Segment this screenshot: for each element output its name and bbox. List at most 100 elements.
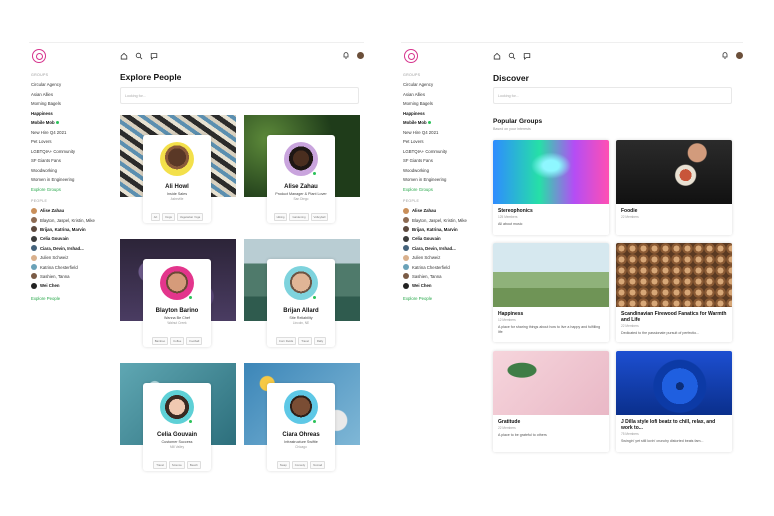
sidebar-person[interactable]: Brijan, Katrina, Marvin xyxy=(401,225,485,234)
explore-people-link[interactable]: Explore People xyxy=(29,294,113,303)
sidebar-item-happiness[interactable]: Happiness xyxy=(29,109,113,119)
sidebar-person[interactable]: Blayton, Jaspel, Kristin, Mike xyxy=(401,215,485,224)
interest-tag[interactable]: Travel xyxy=(153,461,167,469)
interest-tag[interactable]: Science xyxy=(168,461,185,469)
search-input[interactable]: Looking for... xyxy=(120,87,359,104)
sidebar-person[interactable]: Ciara, Devin, Irshad... xyxy=(29,244,113,253)
sidebar-item-women-engineering[interactable]: Women in Engineering xyxy=(29,175,113,185)
sidebar-person[interactable]: Sashien, Tanna xyxy=(401,272,485,281)
app-logo[interactable] xyxy=(32,49,46,63)
person-card[interactable]: Blayton Barino Wanna Be Chef Walnut Cree… xyxy=(120,239,236,349)
person-location: Walnut Creek xyxy=(167,321,187,325)
sidebar-item-asian-allies[interactable]: Asian Allies xyxy=(29,90,113,100)
person-card[interactable]: Brijan Allard Site Reliability Lincoln, … xyxy=(244,239,360,349)
sidebar-item-new-hire[interactable]: New Hire Q4 2021 xyxy=(401,128,485,138)
sidebar-item-circular-agency[interactable]: Circular Agency xyxy=(29,80,113,90)
sidebar-item-morning-bagels[interactable]: Morning Bagels xyxy=(401,99,485,109)
sidebar-person[interactable]: Alise Zahau xyxy=(401,206,485,215)
sidebar-item-morning-bagels[interactable]: Morning Bagels xyxy=(29,99,113,109)
interest-tag[interactable]: Nomad xyxy=(310,461,326,469)
sidebar-item-lgbtqia[interactable]: LGBTQIA+ Community xyxy=(401,147,485,157)
person-name: Celia Gouvain xyxy=(156,432,197,438)
interest-tag[interactable]: Beach xyxy=(186,461,201,469)
sidebar-item-pet-lovers[interactable]: Pet Lovers xyxy=(401,137,485,147)
sidebar-person[interactable]: Ciara, Devin, Irshad... xyxy=(401,244,485,253)
group-card[interactable]: Stereophonics 125 Members All about musi… xyxy=(493,140,609,235)
sidebar-person[interactable]: Wei Chen xyxy=(401,281,485,290)
interest-tag[interactable]: Bamboo xyxy=(151,337,169,345)
person-card[interactable]: Ali Howl Inside Sales Asheville Art Dogs V… xyxy=(120,115,236,225)
group-card[interactable]: Happiness 12 Members A place for sharing… xyxy=(493,243,609,342)
sidebar-item-label: Mobile Mob xyxy=(403,120,427,125)
home-icon[interactable] xyxy=(493,52,501,60)
group-card[interactable]: Foodie 22 Members xyxy=(616,140,732,235)
person-card[interactable]: Alise Zahau Product Manager & Plant Love… xyxy=(244,115,360,225)
explore-groups-link[interactable]: Explore Groups xyxy=(29,185,113,195)
groups-heading: GROUPS xyxy=(403,73,421,77)
interest-tag[interactable]: Corn Fields xyxy=(275,337,297,345)
sidebar-item-new-hire[interactable]: New Hire Q4 2021 xyxy=(29,128,113,138)
bell-icon[interactable] xyxy=(342,51,350,59)
sidebar-item-women-engineering[interactable]: Women in Engineering xyxy=(401,175,485,185)
sidebar-item-woodworking[interactable]: Woodworking xyxy=(29,166,113,176)
interest-tag[interactable]: Gardening xyxy=(289,213,309,221)
sidebar-item-circular-agency[interactable]: Circular Agency xyxy=(401,80,485,90)
sidebar-item-mobile-mob[interactable]: Mobile Mob xyxy=(29,118,113,128)
chat-icon[interactable] xyxy=(150,52,158,60)
sidebar-item-woodworking[interactable]: Woodworking xyxy=(401,166,485,176)
sidebar-item-mobile-mob[interactable]: Mobile Mob xyxy=(401,118,485,128)
interest-tag[interactable]: Vegetarian Yoga xyxy=(176,213,204,221)
sidebar-item-sf-giants[interactable]: SF Giants Fans xyxy=(29,156,113,166)
interest-tag[interactable]: Hiking xyxy=(273,213,288,221)
app-logo[interactable] xyxy=(404,49,418,63)
person-location: Chicago xyxy=(295,445,307,449)
chat-icon[interactable] xyxy=(523,52,531,60)
group-card[interactable]: Gratitude 22 Members A place to be grate… xyxy=(493,351,609,452)
interest-tag[interactable]: Art xyxy=(150,213,161,221)
interest-tag[interactable]: Swap xyxy=(276,461,290,469)
group-title: Gratitude xyxy=(498,419,521,425)
person-card[interactable]: Celia Gouvain Customer Success Mill Vall… xyxy=(120,363,236,473)
interest-tag[interactable]: Travel xyxy=(298,337,312,345)
sidebar-person[interactable]: Celia Gouvain xyxy=(401,234,485,243)
interest-tag[interactable]: Dogs xyxy=(162,213,175,221)
search-icon[interactable] xyxy=(508,52,516,60)
sidebar-item-pet-lovers[interactable]: Pet Lovers xyxy=(29,137,113,147)
group-card[interactable]: J Dilla style lofi beatz to chill, relax… xyxy=(616,351,732,452)
person-card[interactable]: Ciara Ohreas Infrastructure Swiftie Chic… xyxy=(244,363,360,473)
sidebar-person[interactable]: Blayton, Jaspel, Kristin, Mike xyxy=(29,215,113,224)
sidebar-person[interactable]: Wei Chen xyxy=(29,281,113,290)
sidebar-item-asian-allies[interactable]: Asian Allies xyxy=(401,90,485,100)
interest-tag[interactable]: Comedy xyxy=(291,461,309,469)
avatar xyxy=(31,273,37,280)
profile-avatar[interactable] xyxy=(735,51,743,59)
sidebar-person[interactable]: Celia Gouvain xyxy=(29,234,113,243)
interest-tag[interactable]: Coffee xyxy=(170,337,185,345)
explore-people-link[interactable]: Explore People xyxy=(401,294,485,303)
sidebar-item-sf-giants[interactable]: SF Giants Fans xyxy=(401,156,485,166)
group-image xyxy=(616,351,732,415)
sidebar-person[interactable]: Brijan, Katrina, Marvin xyxy=(29,225,113,234)
bell-icon[interactable] xyxy=(721,51,729,59)
group-card[interactable]: Scandinavian Firewood Fanatics for Warmt… xyxy=(616,243,732,342)
sidebar-person[interactable]: Katrina Chesterfield xyxy=(29,262,113,271)
online-indicator xyxy=(312,419,317,424)
interest-tag[interactable]: Rally xyxy=(313,337,327,345)
sidebar-person[interactable]: Sashien, Tanna xyxy=(29,272,113,281)
home-icon[interactable] xyxy=(120,52,128,60)
sidebar-person[interactable]: Katrina Chesterfield xyxy=(401,262,485,271)
group-description: A place for sharing things about how to … xyxy=(498,325,601,334)
interest-tag[interactable]: Football xyxy=(186,337,203,345)
sidebar-person[interactable]: Julien Schweiz xyxy=(401,253,485,262)
sidebar-person[interactable]: Julien Schweiz xyxy=(29,253,113,262)
search-input[interactable]: Looking for... xyxy=(493,87,732,104)
online-indicator xyxy=(312,295,317,300)
top-nav xyxy=(120,51,158,60)
sidebar-item-lgbtqia[interactable]: LGBTQIA+ Community xyxy=(29,147,113,157)
profile-avatar[interactable] xyxy=(356,51,364,59)
sidebar-person[interactable]: Alise Zahau xyxy=(29,206,113,215)
explore-groups-link[interactable]: Explore Groups xyxy=(401,185,485,195)
sidebar-item-happiness[interactable]: Happiness xyxy=(401,109,485,119)
search-icon[interactable] xyxy=(135,52,143,60)
interest-tag[interactable]: Volleyball xyxy=(310,213,329,221)
